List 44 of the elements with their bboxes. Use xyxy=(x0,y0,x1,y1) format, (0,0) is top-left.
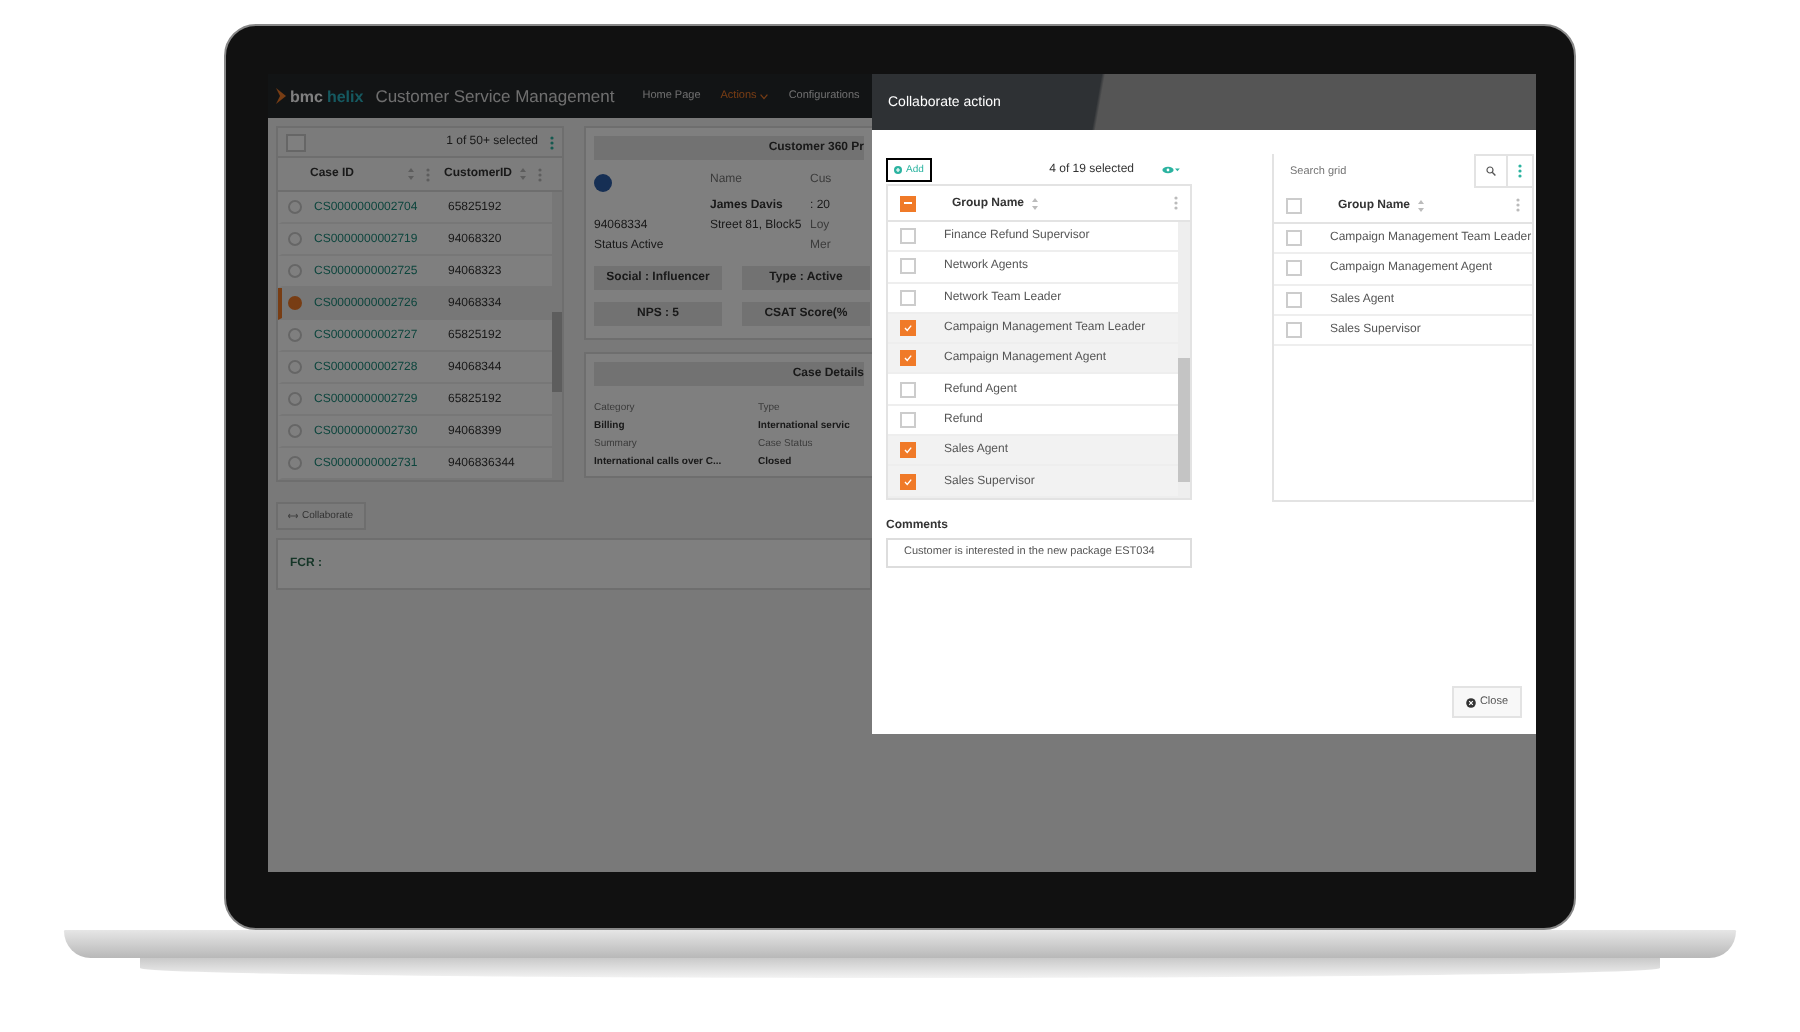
radio-button[interactable] xyxy=(288,200,302,214)
checkbox[interactable] xyxy=(900,258,916,275)
checkbox[interactable] xyxy=(900,411,916,428)
logo-icon xyxy=(276,88,286,104)
checkbox[interactable] xyxy=(1286,322,1302,339)
eye-caret-icon xyxy=(1162,165,1180,173)
search-icon xyxy=(1485,166,1496,176)
radio-button[interactable] xyxy=(288,264,302,278)
app-title: Customer Service Management xyxy=(375,86,615,106)
checkbox[interactable] xyxy=(1286,197,1302,213)
scrollbar[interactable] xyxy=(552,192,562,480)
logo-text: bmc xyxy=(290,87,323,105)
close-icon xyxy=(1465,697,1476,707)
checkbox[interactable] xyxy=(900,442,916,459)
more-icon xyxy=(1517,164,1522,178)
scrollbar[interactable] xyxy=(1178,222,1190,498)
radio-button[interactable] xyxy=(288,456,302,470)
checkbox[interactable] xyxy=(1286,291,1302,308)
checkbox[interactable] xyxy=(900,320,916,337)
checkbox[interactable] xyxy=(1286,230,1302,247)
radio-button[interactable] xyxy=(288,232,302,246)
radio-button[interactable] xyxy=(288,424,302,438)
radio-button[interactable] xyxy=(288,328,302,342)
radio-button[interactable] xyxy=(288,360,302,374)
check-icon xyxy=(904,324,912,333)
checkbox[interactable] xyxy=(1286,260,1302,277)
checkbox[interactable] xyxy=(900,350,916,367)
check-icon xyxy=(904,477,912,486)
logo-text: helix xyxy=(326,87,364,105)
sort-icon xyxy=(1032,197,1039,209)
check-icon xyxy=(904,354,912,363)
more-icon xyxy=(1515,198,1520,212)
dropdown-button[interactable] xyxy=(286,133,306,151)
radio-button[interactable] xyxy=(288,296,302,310)
checkbox[interactable] xyxy=(900,228,916,245)
sort-icon xyxy=(1418,199,1425,211)
avatar-icon xyxy=(594,174,612,192)
checkbox[interactable] xyxy=(900,473,916,490)
radio-button[interactable] xyxy=(288,392,302,406)
checkbox[interactable] xyxy=(900,381,916,398)
checkbox[interactable] xyxy=(900,195,916,211)
plus-icon xyxy=(894,165,902,173)
checkbox[interactable] xyxy=(900,289,916,306)
check-icon xyxy=(904,446,912,455)
